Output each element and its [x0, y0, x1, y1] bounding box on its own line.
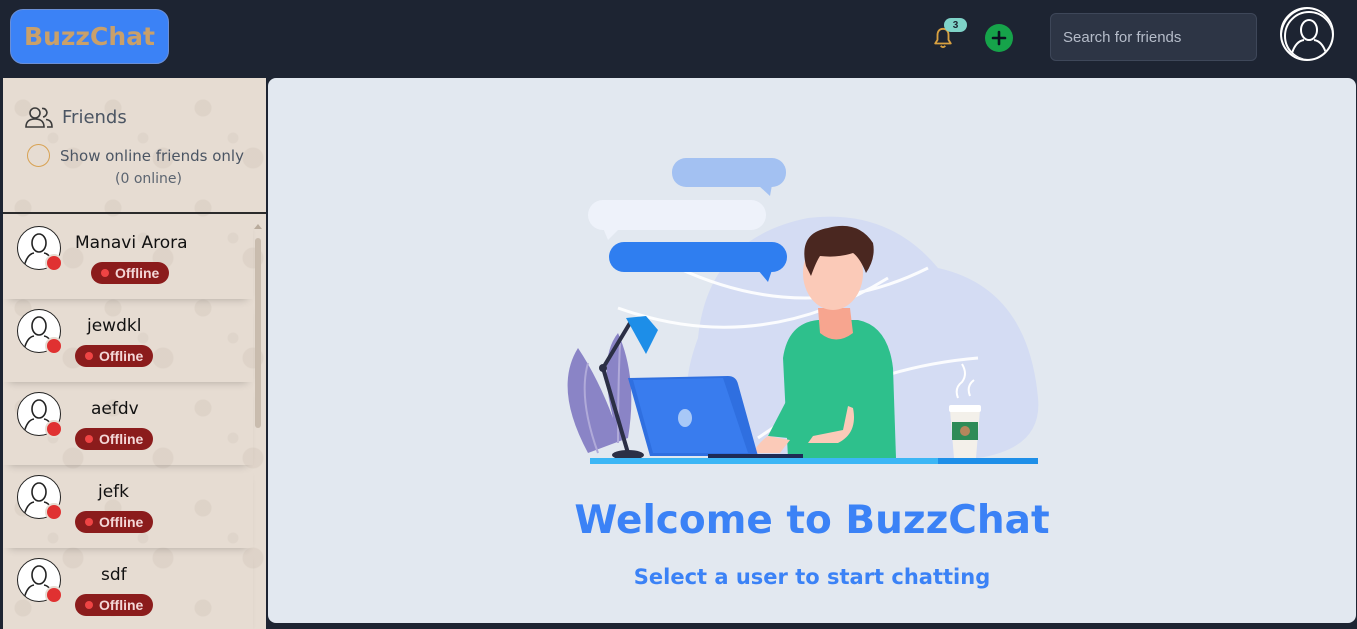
- brand-logo-button[interactable]: BuzzChat: [10, 9, 169, 64]
- friend-name: Manavi Arora: [75, 233, 188, 253]
- friend-item[interactable]: Manavi Arora Offline: [3, 216, 253, 299]
- status-badge: Offline: [75, 511, 154, 533]
- sidebar-title: Friends: [62, 107, 127, 128]
- friend-name: jefk: [98, 482, 130, 502]
- friends-sidebar: Friends Show online friends only (0 onli…: [3, 78, 266, 629]
- users-icon: [25, 107, 53, 128]
- offline-status-dot: [45, 503, 63, 521]
- user-avatar-icon: [1282, 9, 1332, 59]
- friend-name: sdf: [101, 565, 127, 585]
- status-badge: Offline: [91, 262, 170, 284]
- offline-status-dot: [45, 420, 63, 438]
- welcome-subtitle: Select a user to start chatting: [633, 565, 991, 589]
- offline-status-dot: [45, 337, 63, 355]
- chat-welcome-panel: Welcome to BuzzChat Select a user to sta…: [268, 78, 1356, 623]
- friend-item[interactable]: aefdv Offline: [3, 382, 253, 465]
- sidebar-header: Friends Show online friends only (0 onli…: [3, 78, 266, 214]
- friend-item[interactable]: sdf Offline: [3, 548, 253, 629]
- online-only-label: Show online friends only: [60, 147, 244, 165]
- add-friend-button[interactable]: [985, 24, 1013, 52]
- online-count: (0 online): [115, 171, 182, 187]
- plus-icon: [991, 30, 1007, 46]
- friend-list: Manavi Arora Offline jewdkl Offline aefd…: [3, 216, 266, 629]
- search-friends-input[interactable]: [1050, 13, 1257, 61]
- notification-count-badge: 3: [944, 18, 967, 32]
- offline-status-dot: [45, 254, 63, 272]
- status-badge: Offline: [75, 345, 154, 367]
- friend-item[interactable]: jewdkl Offline: [3, 299, 253, 382]
- status-badge: Offline: [75, 428, 154, 450]
- profile-avatar-button[interactable]: [1280, 7, 1334, 61]
- offline-status-dot: [45, 586, 63, 604]
- status-badge: Offline: [75, 594, 154, 616]
- welcome-title: Welcome to BuzzChat: [574, 498, 1050, 543]
- top-navbar: BuzzChat 3: [0, 0, 1357, 76]
- friend-name: aefdv: [91, 399, 139, 419]
- friend-name: jewdkl: [87, 316, 142, 336]
- friend-item[interactable]: jefk Offline: [3, 465, 253, 548]
- welcome-illustration: [567, 158, 1039, 464]
- online-only-toggle[interactable]: [27, 144, 50, 167]
